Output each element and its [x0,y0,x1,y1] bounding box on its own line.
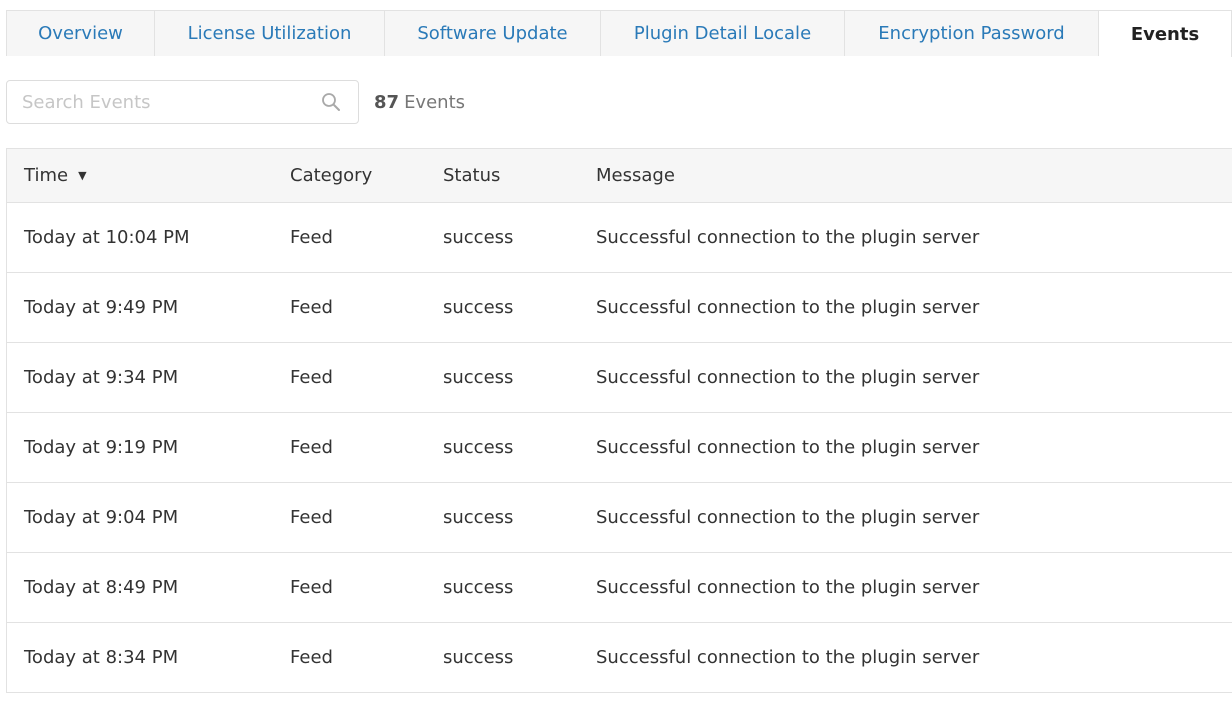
search-input[interactable] [7,82,320,122]
cell-time: Today at 9:34 PM [24,367,179,388]
cell-category: Feed [290,437,333,458]
sort-descending-icon: ▼ [78,169,87,182]
tab-events[interactable]: Events [1099,10,1232,57]
column-header-message[interactable]: Message [596,165,675,186]
events-count: 87 Events [374,92,465,113]
cell-time: Today at 8:34 PM [24,647,179,668]
table-row[interactable]: Today at 9:04 PM Feed success Successful… [7,483,1232,553]
events-table: Time ▼ Category Status Message Today at 1… [6,148,1232,693]
cell-status: success [443,297,514,318]
tab-overview[interactable]: Overview [6,10,155,56]
tab-software-update[interactable]: Software Update [385,10,601,56]
search-box [6,80,359,124]
cell-status: success [443,577,514,598]
cell-time: Today at 9:49 PM [24,297,179,318]
table-row[interactable]: Today at 8:34 PM Feed success Successful… [7,623,1232,693]
cell-message: Successful connection to the plugin serv… [596,647,980,668]
tab-license-utilization[interactable]: License Utilization [155,10,385,56]
column-header-time[interactable]: Time ▼ [24,165,87,186]
table-row[interactable]: Today at 9:19 PM Feed success Successful… [7,413,1232,483]
table-row[interactable]: Today at 9:49 PM Feed success Successful… [7,273,1232,343]
table-row[interactable]: Today at 8:49 PM Feed success Successful… [7,553,1232,623]
table-row[interactable]: Today at 9:34 PM Feed success Successful… [7,343,1232,413]
table-header: Time ▼ Category Status Message [7,148,1232,203]
cell-category: Feed [290,647,333,668]
cell-time: Today at 9:19 PM [24,437,179,458]
cell-message: Successful connection to the plugin serv… [596,297,980,318]
cell-time: Today at 9:04 PM [24,507,179,528]
cell-category: Feed [290,507,333,528]
cell-status: success [443,227,514,248]
tab-bar: Overview License Utilization Software Up… [6,10,1232,57]
cell-status: success [443,437,514,458]
column-header-status[interactable]: Status [443,165,500,186]
cell-time: Today at 8:49 PM [24,577,179,598]
cell-status: success [443,507,514,528]
cell-category: Feed [290,227,333,248]
cell-status: success [443,647,514,668]
cell-time: Today at 10:04 PM [24,227,190,248]
tab-plugin-detail-locale[interactable]: Plugin Detail Locale [601,10,845,56]
cell-message: Successful connection to the plugin serv… [596,437,980,458]
cell-category: Feed [290,297,333,318]
cell-message: Successful connection to the plugin serv… [596,367,980,388]
cell-message: Successful connection to the plugin serv… [596,507,980,528]
events-count-label: Events [404,92,466,113]
events-count-number: 87 [374,92,400,113]
table-row[interactable]: Today at 10:04 PM Feed success Successfu… [7,203,1232,273]
tab-encryption-password[interactable]: Encryption Password [845,10,1099,56]
cell-status: success [443,367,514,388]
search-icon[interactable] [320,91,342,113]
column-header-time-label: Time [24,165,69,186]
cell-message: Successful connection to the plugin serv… [596,227,980,248]
cell-category: Feed [290,367,333,388]
cell-message: Successful connection to the plugin serv… [596,577,980,598]
cell-category: Feed [290,577,333,598]
column-header-category[interactable]: Category [290,165,372,186]
